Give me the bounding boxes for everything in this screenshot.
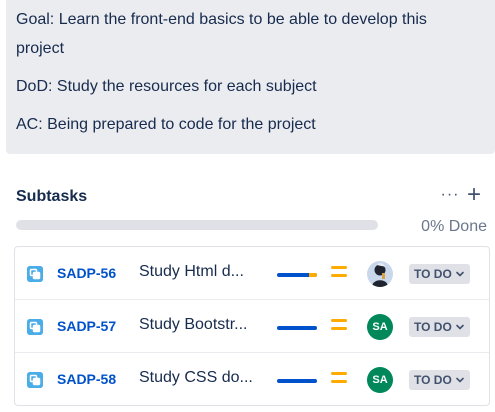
issue-summary-link[interactable]: Study Html d... [139, 263, 265, 281]
issue-progress-bar [277, 273, 317, 277]
subtask-icon [27, 372, 43, 388]
chevron-down-icon [455, 265, 465, 285]
subtask-icon [27, 266, 43, 282]
subtask-row[interactable]: SADP-56 Study Html d... TO DO [15, 247, 489, 300]
description-panel[interactable]: Goal: Learn the front-end basics to be a… [6, 0, 495, 154]
subtasks-progress-bar [16, 220, 378, 230]
subtask-list: SADP-56 Study Html d... TO DO SADP-57 St… [14, 246, 490, 406]
assignee-avatar[interactable] [367, 261, 393, 287]
status-dropdown[interactable]: TO DO [409, 317, 470, 337]
subtasks-header: Subtasks ··· + [16, 181, 490, 212]
avatar-photo [367, 261, 393, 287]
status-label: TO DO [414, 267, 452, 281]
priority-medium-icon [331, 372, 347, 386]
status-dropdown[interactable]: TO DO [409, 370, 470, 390]
issue-progress-yellow-segment [309, 273, 317, 277]
subtasks-title: Subtasks [16, 188, 88, 205]
status-label: TO DO [414, 373, 452, 387]
description-goal-line2: project [16, 40, 65, 57]
chevron-down-icon [455, 371, 465, 391]
subtask-icon [27, 319, 43, 335]
description-ac: AC: Being prepared to code for the proje… [16, 116, 316, 133]
priority-medium-icon [331, 266, 347, 280]
subtask-row[interactable]: SADP-58 Study CSS do... SA TO DO [15, 353, 489, 406]
issue-summary-link[interactable]: Study Bootstr... [139, 316, 265, 334]
priority-medium-icon [331, 319, 347, 333]
issue-key-link[interactable]: SADP-56 [57, 265, 116, 281]
issue-progress-bar [277, 326, 317, 330]
issue-summary-link[interactable]: Study CSS do... [139, 369, 265, 387]
subtask-row[interactable]: SADP-57 Study Bootstr... SA TO DO [15, 300, 489, 353]
add-subtask-button[interactable]: + [463, 181, 485, 208]
more-options-button[interactable]: ··· [440, 186, 460, 208]
description-goal: Goal: Learn the front-end basics to be a… [16, 5, 485, 63]
more-horizontal-icon: ··· [440, 186, 460, 203]
description-goal-line1: Goal: Learn the front-end basics to be a… [16, 11, 427, 28]
status-dropdown[interactable]: TO DO [409, 264, 470, 284]
subtasks-progress-label: 0% Done [421, 218, 487, 235]
status-label: TO DO [414, 320, 452, 334]
description-dod: DoD: Study the resources for each subjec… [16, 78, 317, 95]
assignee-avatar[interactable]: SA [367, 314, 393, 340]
assignee-avatar[interactable]: SA [367, 367, 393, 393]
issue-key-link[interactable]: SADP-58 [57, 371, 116, 387]
plus-icon: + [466, 181, 481, 208]
chevron-down-icon [455, 318, 465, 338]
issue-key-link[interactable]: SADP-57 [57, 318, 116, 334]
issue-progress-bar [277, 379, 317, 383]
